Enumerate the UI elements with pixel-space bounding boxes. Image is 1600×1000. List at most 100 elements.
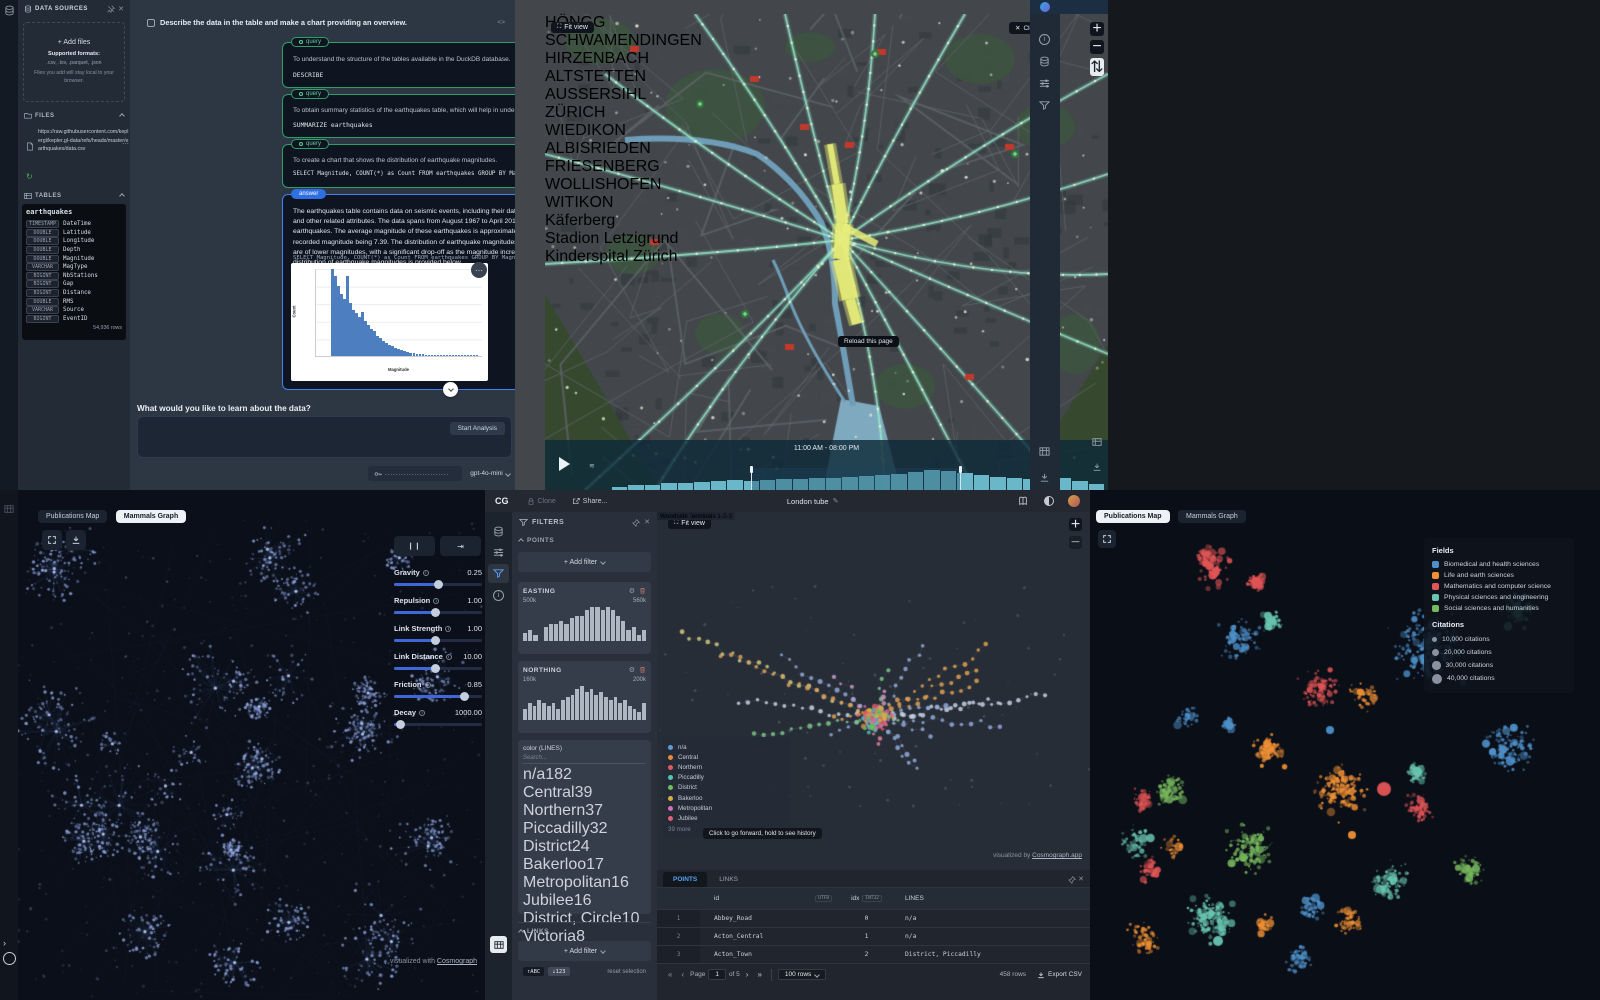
database-icon[interactable] bbox=[1039, 56, 1050, 67]
table-row[interactable]: 3 Acton_Town 2 District, Piccadilly bbox=[657, 945, 1090, 963]
tab-publications-map[interactable]: Publications Map bbox=[38, 510, 108, 523]
avatar[interactable] bbox=[1068, 495, 1080, 507]
line-category-row[interactable]: Central39 bbox=[523, 784, 646, 802]
legend-row[interactable]: Metropolitan bbox=[668, 803, 786, 813]
table-icon[interactable] bbox=[1092, 437, 1102, 447]
step-button[interactable]: ⇥ bbox=[440, 536, 481, 556]
export-icon[interactable] bbox=[1092, 462, 1102, 472]
line-category-row[interactable]: Piccadilly32 bbox=[523, 820, 646, 838]
layers-slider-icon[interactable] bbox=[1039, 78, 1050, 89]
field-legend-row[interactable]: Social sciences and humanities bbox=[1432, 603, 1566, 614]
prompt-input[interactable]: Start Analysis bbox=[137, 416, 512, 458]
color-lines-filter-card[interactable]: color (LINES) Search... n/a182 Central39 N… bbox=[518, 740, 651, 976]
zoom-in-button[interactable]: + bbox=[1090, 20, 1104, 37]
last-page-button[interactable]: » bbox=[754, 970, 764, 979]
legend-row[interactable]: District bbox=[668, 783, 786, 793]
pin-icon[interactable] bbox=[632, 518, 641, 527]
gear-icon[interactable]: ⚙ bbox=[629, 666, 635, 674]
fullscreen-button[interactable] bbox=[42, 530, 62, 550]
line-category-row[interactable]: District24 bbox=[523, 838, 646, 856]
export-csv-button[interactable]: Export CSV bbox=[1037, 971, 1082, 979]
field-legend-row[interactable]: Mathematics and computer science bbox=[1432, 581, 1566, 592]
settings-slider-icon[interactable] bbox=[493, 547, 504, 558]
slider-thumb[interactable] bbox=[396, 720, 406, 729]
database-icon[interactable] bbox=[4, 5, 15, 16]
fullscreen-button[interactable] bbox=[1098, 530, 1116, 548]
close-icon[interactable]: ✕ bbox=[644, 519, 650, 526]
table-row[interactable]: 2 Acton_Central 1 n/a bbox=[657, 927, 1090, 945]
page-input[interactable]: 1 bbox=[708, 969, 726, 980]
api-key-field[interactable]: ........................ bbox=[368, 466, 462, 481]
sort-123-button[interactable]: ↓123 bbox=[548, 967, 570, 976]
line-category-row[interactable]: Bakerloo17 bbox=[523, 856, 646, 874]
legend-row[interactable]: Bakerloo bbox=[668, 793, 786, 803]
table-toggle-button[interactable] bbox=[490, 936, 507, 953]
first-page-button[interactable]: « bbox=[665, 970, 675, 979]
unpin-icon[interactable] bbox=[107, 5, 116, 13]
tab-links[interactable]: LINKS bbox=[709, 872, 748, 887]
legend-row[interactable]: n/a bbox=[668, 742, 786, 752]
collapse-rail-icon[interactable]: › bbox=[3, 938, 6, 948]
col-id[interactable]: id bbox=[714, 895, 719, 902]
database-icon[interactable] bbox=[493, 526, 504, 537]
citation-legend-row[interactable]: 10,000 citations bbox=[1432, 633, 1566, 646]
earthquake-chart[interactable]: Magnitude Count bbox=[291, 263, 488, 381]
project-title[interactable]: London tube ✎ bbox=[787, 497, 839, 506]
slider-track[interactable] bbox=[394, 692, 482, 701]
citation-legend-row[interactable]: 20,000 citations bbox=[1432, 646, 1566, 659]
legend-row[interactable]: Northern bbox=[668, 762, 786, 772]
timeline-settings-icon[interactable]: ≋ bbox=[589, 462, 595, 470]
book-icon[interactable] bbox=[1018, 496, 1028, 506]
tab-points[interactable]: POINTS bbox=[663, 872, 708, 887]
share-button[interactable]: Share... bbox=[572, 497, 607, 505]
add-files-dropzone[interactable]: + Add files Supported formats: .csv, .ts… bbox=[23, 22, 125, 102]
fit-view-button[interactable]: ⛶ Fit view bbox=[551, 22, 594, 33]
grid-icon[interactable] bbox=[4, 504, 14, 514]
legend-row[interactable]: Jubilee bbox=[668, 813, 786, 823]
slider-thumb[interactable] bbox=[460, 692, 470, 701]
refresh-icon[interactable]: ↻ bbox=[26, 172, 33, 181]
filter-icon[interactable] bbox=[493, 568, 504, 579]
search-input[interactable]: Search... bbox=[523, 752, 646, 764]
legend-row[interactable]: Piccadilly bbox=[668, 773, 786, 783]
theme-toggle-icon[interactable] bbox=[1044, 496, 1054, 506]
info-icon[interactable]: i bbox=[493, 590, 504, 601]
northing-histogram[interactable] bbox=[523, 686, 646, 720]
next-page-button[interactable]: › bbox=[743, 970, 752, 979]
field-legend-row[interactable]: Biomedical and health sciences bbox=[1432, 559, 1566, 570]
collapse-icon[interactable] bbox=[518, 928, 524, 935]
trash-icon[interactable] bbox=[639, 666, 646, 674]
file-url[interactable]: https://raw.githubusercontent.com/kepler… bbox=[38, 128, 130, 154]
cg-logo[interactable]: CG bbox=[495, 496, 509, 506]
station-label[interactable]: Woodside bbox=[657, 512, 691, 520]
close-icon[interactable]: ✕ bbox=[118, 6, 124, 13]
field-legend-row[interactable]: Physical sciences and engineering bbox=[1432, 592, 1566, 603]
line-category-row[interactable]: District, Circle10 bbox=[523, 910, 646, 928]
slider-track[interactable] bbox=[394, 720, 482, 729]
line-category-row[interactable]: n/a182 bbox=[523, 766, 646, 784]
play-button[interactable] bbox=[559, 457, 570, 471]
cosmograph-link[interactable]: Cosmograph.app bbox=[1032, 852, 1082, 859]
collapse-icon[interactable] bbox=[518, 537, 524, 544]
filter-icon[interactable] bbox=[1039, 100, 1050, 111]
slider-thumb[interactable] bbox=[434, 580, 443, 589]
slider-thumb[interactable] bbox=[431, 636, 441, 645]
earthquakes-table-card[interactable]: earthquakes TIMESTAMP DateTime DOUBLE Latit… bbox=[22, 204, 126, 340]
legend-row[interactable]: Central bbox=[668, 752, 786, 762]
export-icon[interactable] bbox=[1039, 472, 1050, 483]
timeline-selection[interactable] bbox=[750, 466, 962, 490]
tab-mammals-graph[interactable]: Mammals Graph bbox=[115, 510, 187, 523]
line-category-row[interactable]: Jubilee16 bbox=[523, 892, 646, 910]
selection-handle-left[interactable] bbox=[750, 466, 753, 473]
zoom-out-button[interactable]: − bbox=[1090, 38, 1104, 55]
edit-icon[interactable]: ✎ bbox=[833, 497, 839, 505]
citation-legend-row[interactable]: 40,000 citations bbox=[1432, 672, 1566, 685]
pause-button[interactable]: ❙❙ bbox=[394, 536, 435, 556]
slider-thumb[interactable] bbox=[431, 608, 441, 617]
field-legend-row[interactable]: Life and earth sciences bbox=[1432, 570, 1566, 581]
line-category-row[interactable]: Northern37 bbox=[523, 802, 646, 820]
more-actions-button[interactable]: ⋯ bbox=[471, 262, 487, 278]
clone-button[interactable]: Clone bbox=[527, 497, 556, 505]
collapse-icon[interactable] bbox=[119, 193, 125, 199]
add-links-filter-button[interactable]: + Add filter bbox=[518, 941, 651, 961]
